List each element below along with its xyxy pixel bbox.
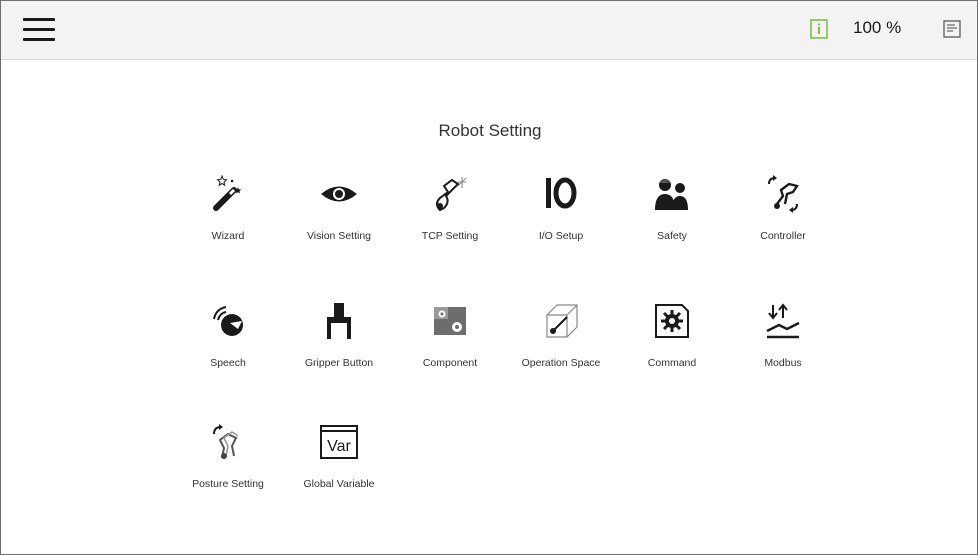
posture-icon — [208, 422, 248, 462]
tile-label: Gripper Button — [304, 357, 374, 369]
var-icon: Var — [319, 422, 359, 462]
wand-icon — [208, 174, 248, 214]
tile-label: Speech — [210, 357, 246, 369]
tile-label: Modbus — [764, 357, 802, 369]
var-icon-text: Var — [327, 438, 351, 455]
hamburger-menu-icon[interactable] — [23, 16, 55, 44]
gripper-icon — [319, 301, 359, 341]
wizard-button[interactable]: Wizard — [173, 174, 283, 254]
global-variable-button[interactable]: Var Global Variable — [284, 422, 394, 502]
io-setup-button[interactable]: I/O Setup — [506, 174, 616, 254]
operation-space-button[interactable]: Operation Space — [506, 301, 616, 381]
tcp-icon — [430, 174, 470, 214]
tile-label: Component — [422, 357, 478, 369]
gripper-button[interactable]: Gripper Button — [284, 301, 394, 381]
zoom-level: 100 % — [853, 18, 902, 37]
app-window: 100 % Robot Setting Wizard Vision Settin… — [0, 0, 978, 555]
tile-label: TCP Setting — [421, 230, 479, 242]
tcp-setting-button[interactable]: TCP Setting — [395, 174, 505, 254]
tile-label: Command — [647, 357, 697, 369]
tile-label: Safety — [657, 230, 687, 242]
speech-button[interactable]: Speech — [173, 301, 283, 381]
posture-setting-button[interactable]: Posture Setting — [173, 422, 283, 502]
panel-icon[interactable] — [941, 17, 963, 41]
modbus-icon — [763, 301, 803, 341]
tile-label: I/O Setup — [538, 230, 584, 242]
speech-icon — [208, 301, 248, 341]
command-button[interactable]: Command — [617, 301, 727, 381]
tile-label: Posture Setting — [192, 478, 264, 490]
modbus-button[interactable]: Modbus — [728, 301, 838, 381]
people-icon — [652, 174, 692, 214]
controller-icon — [763, 174, 803, 214]
safety-button[interactable]: Safety — [617, 174, 727, 254]
io-icon — [541, 174, 581, 214]
top-bar: 100 % — [1, 1, 977, 60]
controller-button[interactable]: Controller — [728, 174, 838, 254]
tile-label: Global Variable — [303, 478, 375, 490]
tile-label: Wizard — [211, 230, 245, 242]
vision-setting-button[interactable]: Vision Setting — [284, 174, 394, 254]
operation-space-icon — [541, 301, 581, 341]
component-button[interactable]: Component — [395, 301, 505, 381]
tile-label: Operation Space — [521, 357, 601, 369]
tile-label: Controller — [760, 230, 806, 242]
eye-icon — [319, 174, 359, 214]
command-icon — [652, 301, 692, 341]
component-icon — [430, 301, 470, 341]
page-title: Robot Setting — [438, 121, 542, 140]
tile-label: Vision Setting — [306, 230, 371, 242]
info-icon[interactable] — [807, 17, 831, 41]
